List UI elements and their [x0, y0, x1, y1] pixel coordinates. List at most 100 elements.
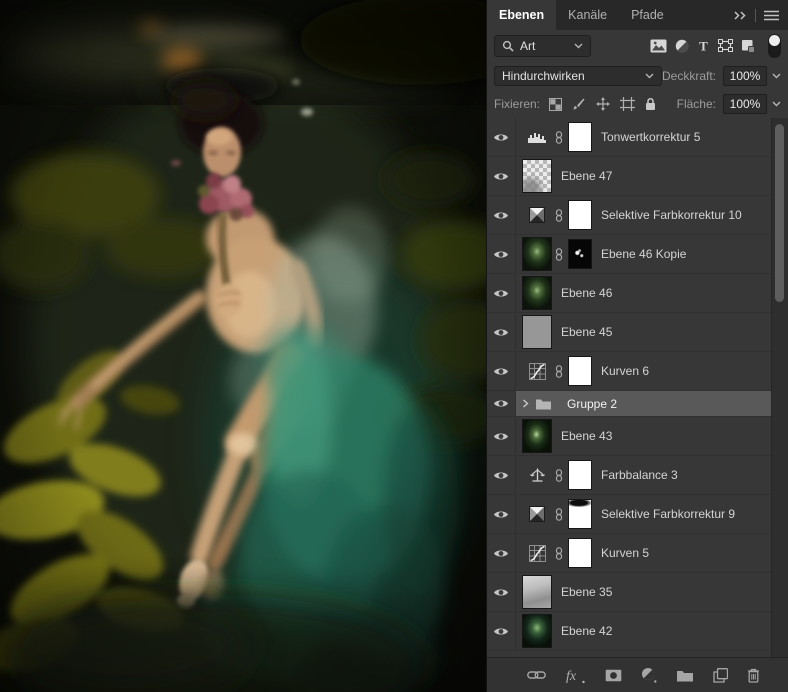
- layer-row-tonwertkorrektur-5[interactable]: Tonwertkorrektur 5: [487, 118, 772, 157]
- layer-mask-thumbnail[interactable]: [568, 200, 592, 230]
- layer-thumbnail[interactable]: [522, 315, 552, 349]
- visibility-toggle[interactable]: [487, 118, 516, 156]
- visibility-toggle[interactable]: [487, 196, 516, 234]
- opacity-value-field[interactable]: 100%: [723, 66, 767, 86]
- layer-row-ebene-46[interactable]: Ebene 46: [487, 274, 772, 313]
- visibility-toggle[interactable]: [487, 352, 516, 390]
- visibility-toggle[interactable]: [487, 417, 516, 455]
- layer-mask-thumbnail[interactable]: [568, 499, 592, 529]
- layer-row-kurven-5[interactable]: Kurven 5: [487, 534, 772, 573]
- layer-thumbnail[interactable]: [522, 237, 552, 271]
- visibility-toggle[interactable]: [487, 495, 516, 533]
- layer-row-content: Ebene 45: [516, 313, 772, 351]
- new-adjustment-layer-icon[interactable]: [641, 667, 657, 683]
- layer-name[interactable]: Ebene 35: [561, 585, 612, 599]
- selective-color-icon[interactable]: [522, 506, 552, 522]
- layer-row-content: Ebene 46 Kopie: [516, 235, 772, 273]
- lock-position-icon[interactable]: [596, 97, 610, 111]
- layer-row-selektive-farbkorrektur-10[interactable]: Selektive Farbkorrektur 10: [487, 196, 772, 235]
- visibility-toggle[interactable]: [487, 534, 516, 572]
- new-group-icon[interactable]: [676, 669, 694, 682]
- visibility-toggle[interactable]: [487, 235, 516, 273]
- layer-name[interactable]: Selektive Farbkorrektur 9: [601, 507, 735, 521]
- lock-transparent-pixels-icon[interactable]: [549, 98, 562, 111]
- lock-image-pixels-icon[interactable]: [572, 97, 586, 111]
- chevron-down-icon: [574, 43, 583, 49]
- layer-name[interactable]: Gruppe 2: [567, 397, 617, 411]
- layer-name[interactable]: Kurven 6: [601, 364, 649, 378]
- double-chevron-icon[interactable]: [734, 11, 747, 20]
- filter-type-select[interactable]: Art: [494, 35, 591, 57]
- tab-pfade[interactable]: Pfade: [619, 0, 676, 30]
- visibility-toggle[interactable]: [487, 274, 516, 312]
- layer-name[interactable]: Ebene 47: [561, 169, 612, 183]
- add-layer-mask-icon[interactable]: [605, 669, 622, 682]
- layer-row-ebene-42[interactable]: Ebene 42: [487, 612, 772, 651]
- fill-value-field[interactable]: 100%: [723, 94, 767, 114]
- layer-row-ebene-46-kopie[interactable]: Ebene 46 Kopie: [487, 235, 772, 274]
- layer-row-farbbalance-3[interactable]: Farbbalance 3: [487, 456, 772, 495]
- scrollbar-thumb[interactable]: [775, 124, 784, 302]
- layer-row-ebene-43[interactable]: Ebene 43: [487, 417, 772, 456]
- lock-artboard-nesting-icon[interactable]: [620, 97, 635, 111]
- layer-name[interactable]: Ebene 42: [561, 624, 612, 638]
- layer-row-ebene-35[interactable]: Ebene 35: [487, 573, 772, 612]
- visibility-toggle[interactable]: [487, 573, 516, 611]
- type-layers-filter-icon[interactable]: T: [697, 39, 710, 52]
- opacity-dropdown-icon[interactable]: [772, 73, 781, 79]
- layer-mask-thumbnail[interactable]: [568, 239, 592, 269]
- layer-row-gruppe-2[interactable]: Gruppe 2: [487, 391, 772, 417]
- scrollbar-track[interactable]: [771, 118, 788, 657]
- layer-name[interactable]: Ebene 46 Kopie: [601, 247, 686, 261]
- visibility-toggle[interactable]: [487, 313, 516, 351]
- layer-name[interactable]: Selektive Farbkorrektur 10: [601, 208, 742, 222]
- color-balance-icon[interactable]: [522, 468, 552, 483]
- chevron-right-icon[interactable]: [522, 399, 529, 408]
- pixel-layers-filter-icon[interactable]: [650, 39, 667, 53]
- tab-kanaele-label: Kanäle: [568, 8, 607, 22]
- layer-row-kurven-6[interactable]: Kurven 6: [487, 352, 772, 391]
- filter-type-value: Art: [520, 39, 535, 53]
- layer-thumbnail[interactable]: [522, 575, 552, 609]
- layer-name[interactable]: Farbbalance 3: [601, 468, 678, 482]
- layer-mask-thumbnail[interactable]: [568, 122, 592, 152]
- tab-ebenen[interactable]: Ebenen: [487, 0, 556, 30]
- curves-icon[interactable]: [522, 545, 552, 562]
- layer-name[interactable]: Tonwertkorrektur 5: [601, 130, 700, 144]
- levels-icon[interactable]: [522, 130, 552, 144]
- visibility-toggle[interactable]: [487, 456, 516, 494]
- layer-thumbnail[interactable]: [522, 159, 552, 193]
- layer-row-selektive-farbkorrektur-9[interactable]: Selektive Farbkorrektur 9: [487, 495, 772, 534]
- layer-style-icon[interactable]: fx: [565, 667, 586, 684]
- layer-name[interactable]: Ebene 45: [561, 325, 612, 339]
- visibility-toggle[interactable]: [487, 612, 516, 650]
- layer-thumbnail[interactable]: [522, 419, 552, 453]
- link-layers-icon[interactable]: [527, 670, 546, 680]
- layer-row-ebene-45[interactable]: Ebene 45: [487, 313, 772, 352]
- new-layer-icon[interactable]: [713, 668, 728, 683]
- layer-name[interactable]: Kurven 5: [601, 546, 649, 560]
- visibility-toggle[interactable]: [487, 391, 516, 416]
- panel-menu-icon[interactable]: [764, 10, 779, 21]
- layer-name[interactable]: Ebene 43: [561, 429, 612, 443]
- lock-all-icon[interactable]: [645, 97, 656, 111]
- document-canvas[interactable]: [0, 0, 486, 692]
- layer-mask-thumbnail[interactable]: [568, 460, 592, 490]
- layer-name[interactable]: Ebene 46: [561, 286, 612, 300]
- layer-mask-thumbnail[interactable]: [568, 356, 592, 386]
- adjustment-layers-filter-icon[interactable]: [675, 39, 689, 53]
- layer-filter-toggle[interactable]: [768, 34, 781, 58]
- layer-thumbnail[interactable]: [522, 614, 552, 648]
- fill-dropdown-icon[interactable]: [772, 101, 781, 107]
- layer-row-ebene-47[interactable]: Ebene 47: [487, 157, 772, 196]
- curves-icon[interactable]: [522, 363, 552, 380]
- selective-color-icon[interactable]: [522, 207, 552, 223]
- shape-layers-filter-icon[interactable]: [718, 39, 733, 52]
- layer-thumbnail[interactable]: [522, 276, 552, 310]
- layer-mask-thumbnail[interactable]: [568, 538, 592, 568]
- blend-mode-select[interactable]: Hindurchwirken: [494, 66, 662, 86]
- tab-kanaele[interactable]: Kanäle: [556, 0, 619, 30]
- smart-objects-filter-icon[interactable]: [741, 39, 755, 53]
- visibility-toggle[interactable]: [487, 157, 516, 195]
- delete-layer-icon[interactable]: [747, 668, 760, 683]
